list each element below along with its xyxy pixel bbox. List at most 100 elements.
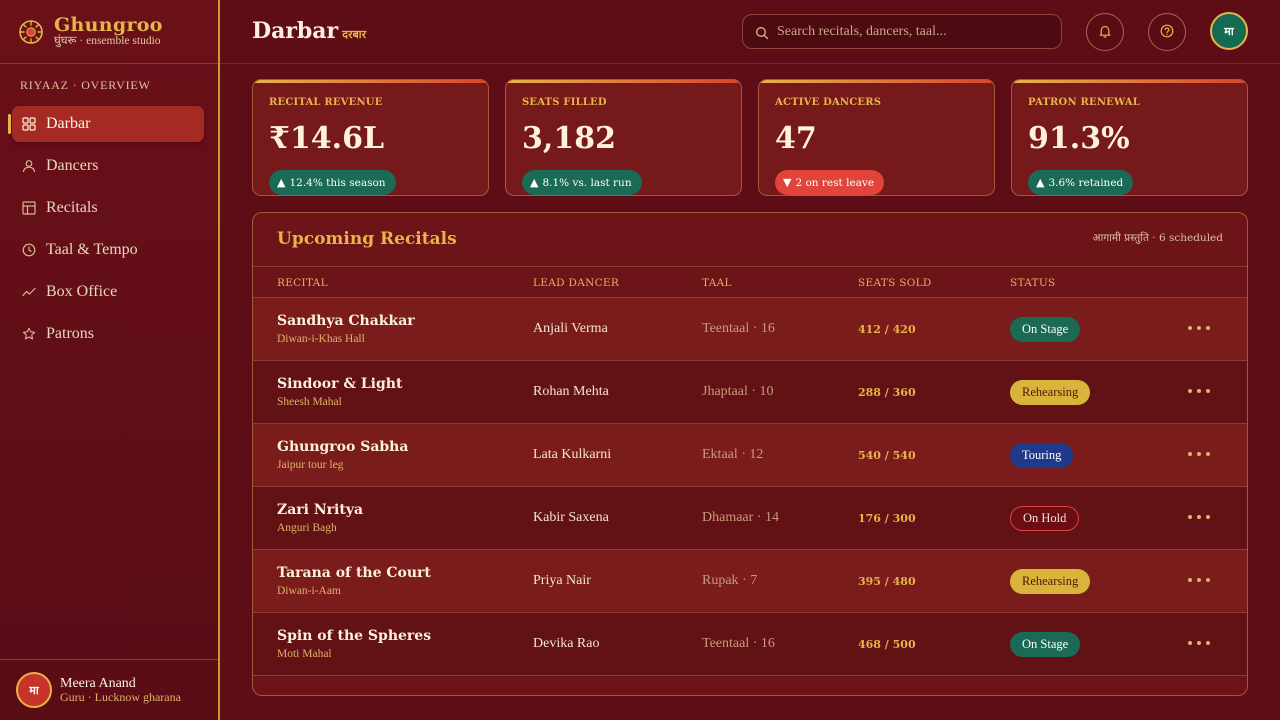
recital-name: Spin of the Spheres <box>277 628 432 644</box>
lead-dancer: Kabir Saxena <box>533 510 609 525</box>
stat-label: RECITAL REVENUE <box>269 97 383 108</box>
seats-sold: 176 / 300 <box>858 512 916 525</box>
column-header-seats-sold[interactable]: SEATS SOLD <box>858 277 932 289</box>
user-icon <box>22 159 36 173</box>
star-icon <box>22 327 36 341</box>
user-name: Meera Anand <box>60 675 136 691</box>
arrow-down-icon: ▼ <box>783 176 792 189</box>
recital-venue: Diwan-i-Khas Hall <box>277 333 365 345</box>
lead-dancer: Priya Nair <box>533 573 591 588</box>
page-title: Darbar दरबार <box>252 18 366 44</box>
recital-name: Tarana of the Court <box>277 565 431 581</box>
stat-value: 3,182 <box>522 121 616 156</box>
seats-sold: 412 / 420 <box>858 323 916 336</box>
more-options-icon[interactable] <box>1188 447 1210 461</box>
table-row[interactable]: Tarana of the Court Diwan-i-Aam Priya Na… <box>253 550 1247 613</box>
table-row[interactable]: Ghungroo Sabha Jaipur tour leg Lata Kulk… <box>253 424 1247 487</box>
recital-venue: Diwan-i-Aam <box>277 585 341 597</box>
table-row[interactable]: Sandhya Chakkar Diwan-i-Khas Hall Anjali… <box>253 298 1247 361</box>
search-box[interactable] <box>742 14 1062 49</box>
sidebar-item-darbar[interactable]: Darbar <box>8 106 204 142</box>
stat-card-dancers[interactable]: ACTIVE DANCERS 47 ▼ 2 on rest leave <box>758 79 995 196</box>
clock-icon <box>22 243 36 257</box>
ghungroo-logo-icon <box>18 19 44 45</box>
sidebar-item-label: Dancers <box>46 157 99 174</box>
column-header-recital[interactable]: RECITAL <box>277 277 328 289</box>
stat-value: ₹14.6L <box>269 121 385 156</box>
stat-label: ACTIVE DANCERS <box>775 97 882 108</box>
taal: Teentaal · 16 <box>702 636 775 651</box>
sidebar-nav: Darbar Dancers Recitals Taal & Tempo Box… <box>0 106 218 352</box>
column-header-status[interactable]: STATUS <box>1010 277 1055 289</box>
table-row[interactable]: Sindoor & Light Sheesh Mahal Rohan Mehta… <box>253 361 1247 424</box>
search-input[interactable] <box>777 23 1047 40</box>
lead-dancer: Rohan Mehta <box>533 384 609 399</box>
status-badge: Rehearsing <box>1010 569 1091 594</box>
help-button[interactable] <box>1148 13 1186 51</box>
trend-badge-text: 3.6% retained <box>1048 176 1124 189</box>
trend-badge: ▲ 8.1% vs. last run <box>522 170 642 195</box>
column-header-lead-dancer[interactable]: LEAD DANCER <box>533 277 619 289</box>
stat-card-seats[interactable]: SEATS FILLED 3,182 ▲ 8.1% vs. last run <box>505 79 742 196</box>
arrow-up-icon: ▲ <box>1036 176 1045 189</box>
more-options-icon[interactable] <box>1188 573 1210 587</box>
upcoming-recitals-panel: Upcoming Recitals आगामी प्रस्तुति · 6 sc… <box>252 212 1248 696</box>
seats-sold: 468 / 500 <box>858 638 916 651</box>
sidebar: Ghungroo घुंघरू · ensemble studio RIYAAZ… <box>0 0 220 720</box>
taal: Jhaptaal · 10 <box>702 384 774 399</box>
lead-dancer: Lata Kulkarni <box>533 447 612 462</box>
more-options-icon[interactable] <box>1188 636 1210 650</box>
sidebar-item-label: Taal & Tempo <box>46 241 138 258</box>
page-title-devanagari: दरबार <box>342 28 367 41</box>
sidebar-item-patrons[interactable]: Patrons <box>12 316 204 352</box>
seats-sold: 395 / 480 <box>858 575 916 588</box>
trend-badge: ▼ 2 on rest leave <box>775 170 885 195</box>
more-options-icon[interactable] <box>1188 510 1210 524</box>
sidebar-item-taal-tempo[interactable]: Taal & Tempo <box>12 232 204 268</box>
taal: Dhamaar · 14 <box>702 510 779 525</box>
stat-label: PATRON RENEWAL <box>1028 97 1140 108</box>
sidebar-item-label: Recitals <box>46 199 98 216</box>
more-options-icon[interactable] <box>1188 321 1210 335</box>
recital-venue: Sheesh Mahal <box>277 396 342 408</box>
trend-badge: ▲ 3.6% retained <box>1028 170 1134 195</box>
column-header-taal[interactable]: TAAL <box>702 277 732 289</box>
sidebar-item-dancers[interactable]: Dancers <box>12 148 204 184</box>
status-badge: On Stage <box>1010 317 1081 342</box>
stat-value: 91.3% <box>1028 121 1130 156</box>
brand-subtitle: घुंघरू · ensemble studio <box>54 35 161 47</box>
layout-icon <box>22 201 36 215</box>
help-icon <box>1160 23 1174 42</box>
brand[interactable]: Ghungroo घुंघरू · ensemble studio <box>0 0 218 64</box>
status-badge: On Hold <box>1010 506 1080 531</box>
status-badge: On Stage <box>1010 632 1081 657</box>
more-options-icon[interactable] <box>1188 384 1210 398</box>
notifications-button[interactable] <box>1086 13 1124 51</box>
status-badge: Touring <box>1010 443 1074 468</box>
current-user[interactable]: मा Meera Anand Guru · Lucknow gharana <box>0 659 218 720</box>
recital-name: Sindoor & Light <box>277 376 403 392</box>
taal: Ektaal · 12 <box>702 447 764 462</box>
recital-venue: Jaipur tour leg <box>277 459 344 471</box>
trend-badge-text: 12.4% this season <box>289 176 386 189</box>
recital-name: Ghungroo Sabha <box>277 439 409 455</box>
trend-badge: ▲ 12.4% this season <box>269 170 396 195</box>
stat-card-revenue[interactable]: RECITAL REVENUE ₹14.6L ▲ 12.4% this seas… <box>252 79 489 196</box>
lead-dancer: Devika Rao <box>533 636 600 651</box>
table-row[interactable]: Spin of the Spheres Moti Mahal Devika Ra… <box>253 613 1247 676</box>
stat-card-renewal[interactable]: PATRON RENEWAL 91.3% ▲ 3.6% retained <box>1011 79 1248 196</box>
taal: Teentaal · 16 <box>702 321 775 336</box>
avatar[interactable]: मा <box>1210 12 1248 50</box>
table-row[interactable]: Zari Nritya Anguri Bagh Kabir Saxena Dha… <box>253 487 1247 550</box>
sidebar-item-label: Darbar <box>46 115 91 132</box>
nav-section-label: RIYAAZ · OVERVIEW <box>20 78 151 92</box>
trend-badge-text: 8.1% vs. last run <box>542 176 632 189</box>
bell-icon <box>1098 23 1112 42</box>
stat-label: SEATS FILLED <box>522 97 607 108</box>
stat-value: 47 <box>775 121 817 156</box>
table-header: RECITAL LEAD DANCER TAAL SEATS SOLD STAT… <box>253 266 1247 298</box>
grid-icon <box>22 117 36 131</box>
sidebar-item-box-office[interactable]: Box Office <box>12 274 204 310</box>
sidebar-item-recitals[interactable]: Recitals <box>12 190 204 226</box>
panel-title: Upcoming Recitals <box>277 229 457 249</box>
